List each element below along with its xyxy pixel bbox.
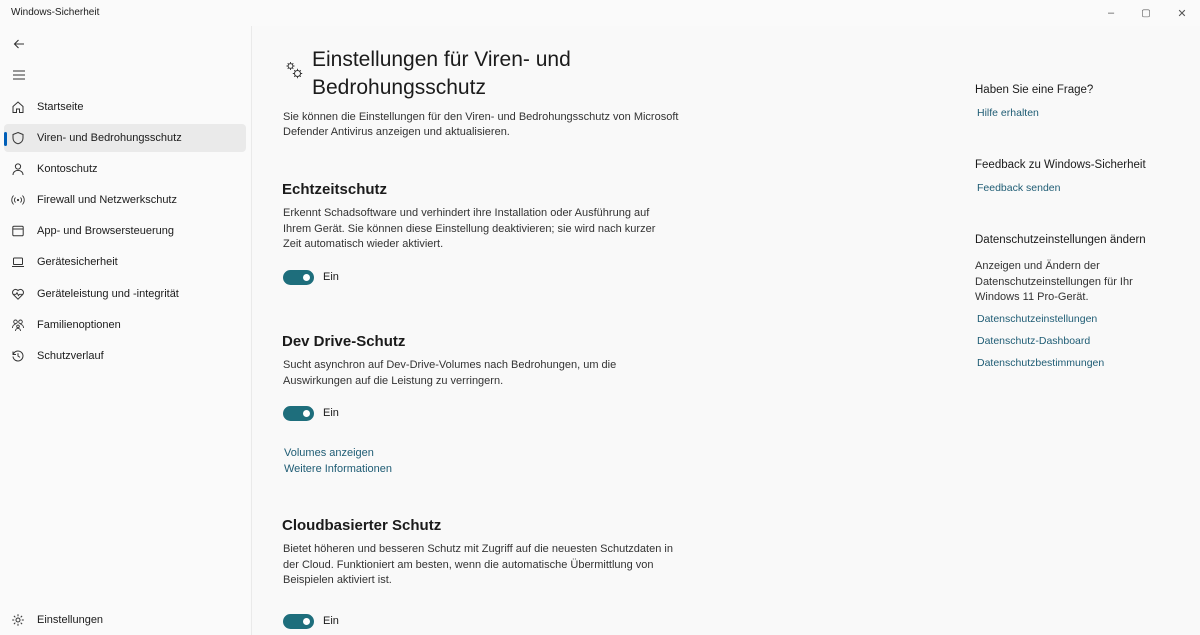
section-description: Bietet höheren und besseren Schutz mit Z… (283, 543, 673, 586)
sidebar-item-label: Geräteleistung und -integrität (37, 288, 179, 300)
home-icon (10, 99, 26, 115)
feedback-senden-link[interactable]: Feedback senden (977, 182, 1060, 194)
sidebar-item-einstellungen[interactable]: Einstellungen (4, 606, 246, 634)
sidebar-item-schutzverlauf[interactable]: Schutzverlauf (4, 342, 246, 370)
heart-pulse-icon (10, 286, 26, 302)
datenschutzeinstellungen-link[interactable]: Datenschutzeinstellungen (977, 313, 1097, 325)
section-title-echtzeitschutz: Echtzeitschutz (282, 181, 388, 198)
sidebar-item-label: Familienoptionen (37, 319, 121, 331)
shield-icon (10, 130, 26, 146)
sidebar-item-familienoptionen[interactable]: Familienoptionen (4, 311, 246, 339)
question-heading: Haben Sie eine Frage? (975, 84, 1094, 96)
dev-drive-toggle[interactable] (283, 406, 314, 421)
hilfe-erhalten-link[interactable]: Hilfe erhalten (977, 107, 1039, 119)
sidebar-item-app-browser[interactable]: App- und Browsersteuerung (4, 217, 246, 245)
sidebar-item-kontoschutz[interactable]: Kontoschutz (4, 155, 246, 183)
feedback-heading: Feedback zu Windows-Sicherheit (975, 159, 1146, 171)
settings-gears-icon (286, 62, 303, 79)
laptop-icon (10, 254, 26, 270)
hamburger-icon (13, 70, 25, 80)
sidebar-item-firewall[interactable]: Firewall und Netzwerkschutz (4, 186, 246, 214)
minimize-button[interactable]: – (1096, 4, 1126, 22)
sidebar-item-virenschutz[interactable]: Viren- und Bedrohungsschutz (4, 124, 246, 152)
privacy-heading: Datenschutzeinstellungen ändern (975, 234, 1146, 246)
page-intro: Sie können die Einstellungen für den Vir… (283, 111, 679, 138)
echtzeitschutz-toggle[interactable] (283, 270, 314, 285)
sidebar: Startseite Viren- und Bedrohungsschutz K… (0, 26, 250, 635)
close-button[interactable]: ✕ (1167, 4, 1197, 22)
toggle-knob (303, 410, 310, 417)
toggle-label: Ein (323, 615, 339, 627)
sidebar-item-label: Startseite (37, 101, 84, 113)
back-arrow-icon (13, 39, 24, 49)
history-icon (10, 348, 26, 364)
maximize-button[interactable]: ▢ (1131, 4, 1161, 22)
wireless-icon (10, 192, 26, 208)
section-description: Erkennt Schadsoftware und verhindert ihr… (283, 207, 656, 250)
selection-indicator (4, 132, 7, 146)
sidebar-item-label: Einstellungen (37, 614, 104, 626)
person-icon (10, 161, 26, 177)
sidebar-item-label: App- und Browsersteuerung (37, 225, 174, 237)
weitere-informationen-link[interactable]: Weitere Informationen (284, 463, 392, 475)
gear-icon (10, 612, 26, 628)
sidebar-item-geraeteleistung[interactable]: Geräteleistung und -integrität (4, 280, 246, 308)
sidebar-item-label: Schutzverlauf (37, 350, 104, 362)
cloudschutz-toggle[interactable] (283, 614, 314, 629)
app-window-icon (10, 223, 26, 239)
toggle-label: Ein (323, 407, 339, 419)
page-title: Einstellungen für Viren- und Bedrohungss… (312, 48, 571, 99)
sidebar-item-label: Firewall und Netzwerkschutz (37, 194, 177, 206)
datenschutzbestimmungen-link[interactable]: Datenschutzbestimmungen (977, 357, 1104, 369)
main-content: Einstellungen für Viren- und Bedrohungss… (251, 26, 1200, 635)
privacy-text: Anzeigen und Ändern der Datenschutzeinst… (975, 260, 1133, 303)
toggle-label: Ein (323, 271, 339, 283)
volumes-anzeigen-link[interactable]: Volumes anzeigen (284, 447, 374, 459)
section-description: Sucht asynchron auf Dev-Drive-Volumes na… (283, 359, 617, 387)
back-button[interactable] (8, 33, 30, 55)
section-title-dev-drive: Dev Drive-Schutz (282, 333, 406, 350)
datenschutz-dashboard-link[interactable]: Datenschutz-Dashboard (977, 335, 1090, 347)
menu-button[interactable] (8, 64, 30, 86)
sidebar-item-label: Viren- und Bedrohungsschutz (37, 132, 182, 144)
sidebar-item-label: Kontoschutz (37, 163, 98, 175)
toggle-knob (303, 274, 310, 281)
sidebar-item-geraetesicherheit[interactable]: Gerätesicherheit (4, 248, 246, 276)
app-title: Windows-Sicherheit (11, 7, 100, 18)
section-title-cloudschutz: Cloudbasierter Schutz (282, 517, 442, 534)
sidebar-item-startseite[interactable]: Startseite (4, 93, 246, 121)
family-icon (10, 317, 26, 333)
title-bar: Windows-Sicherheit – ▢ ✕ (0, 0, 1200, 26)
toggle-knob (303, 618, 310, 625)
sidebar-item-label: Gerätesicherheit (37, 256, 118, 268)
